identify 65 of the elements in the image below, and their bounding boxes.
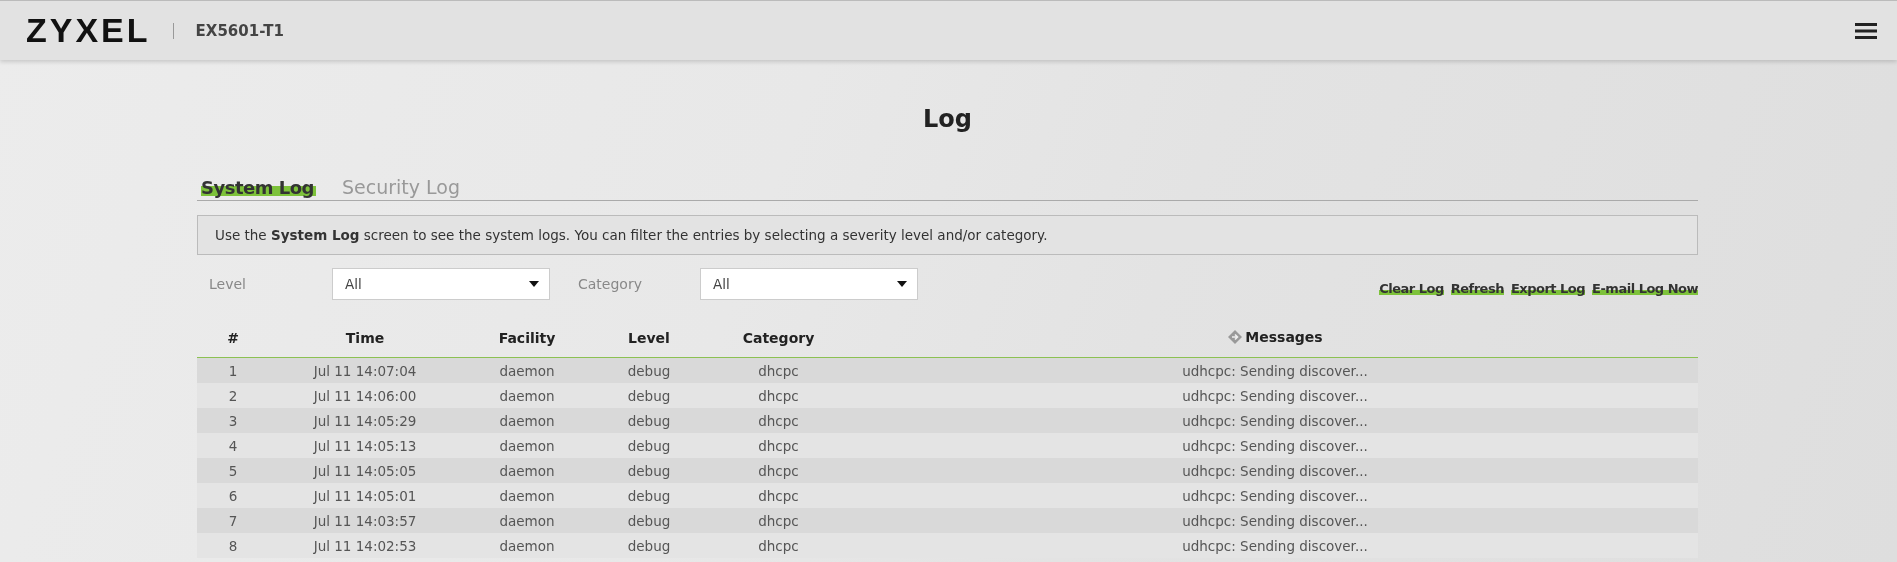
table-cell: dhcpc — [758, 537, 799, 554]
table-cell: dhcpc — [758, 362, 799, 379]
table-cell: debug — [627, 462, 671, 479]
brand-logo: ZYXEL — [26, 11, 151, 50]
table-cell: debug — [627, 487, 671, 504]
table-cell: dhcpc — [758, 462, 799, 479]
column-header: Level — [628, 330, 670, 346]
table-cell: Jul 11 14:05:29 — [313, 412, 417, 429]
filter-label: Category — [577, 276, 643, 292]
menu-icon[interactable] — [1855, 22, 1877, 39]
table-cell: Jul 11 14:05:05 — [313, 462, 417, 479]
table-cell: daemon — [499, 487, 555, 504]
table-cell: udhcpc: Sending discover... — [1182, 362, 1368, 379]
table-cell: daemon — [499, 412, 555, 429]
table-cell: udhcpc: Sending discover... — [1182, 537, 1368, 554]
table-cell: udhcpc: Sending discover... — [1182, 437, 1368, 454]
table-cell: dhcpc — [758, 487, 799, 504]
dropdown-arrow-icon — [529, 281, 539, 287]
table-cell: dhcpc — [758, 412, 799, 429]
info-box: Use the System Log screen to see the system logs. You can filter the entries by selecting a severity level and/or category. — [197, 215, 1698, 255]
table-cell: udhcpc: Sending discover... — [1182, 462, 1368, 479]
table-cell: daemon — [499, 462, 555, 479]
table-cell: 1 — [228, 362, 238, 379]
table-cell: Jul 11 14:02:53 — [313, 537, 417, 554]
table-cell: daemon — [499, 362, 555, 379]
table-cell: Jul 11 14:07:04 — [313, 362, 417, 379]
table-cell: 6 — [228, 487, 238, 504]
table-cell: udhcpc: Sending discover... — [1182, 412, 1368, 429]
table-cell: udhcpc: Sending discover... — [1182, 487, 1368, 504]
table-cell: 3 — [228, 412, 238, 429]
table-cell: 5 — [228, 462, 238, 479]
filter-dropdown[interactable]: All — [700, 268, 918, 300]
column-header: Messages — [1245, 328, 1323, 345]
table-cell: dhcpc — [758, 387, 799, 404]
dropdown-arrow-icon — [897, 281, 907, 287]
table-cell: Jul 11 14:05:01 — [313, 487, 417, 504]
table-cell: 4 — [228, 437, 238, 454]
table-cell: debug — [627, 412, 671, 429]
page-title: Log — [922, 104, 973, 134]
table-cell: 8 — [228, 537, 238, 554]
table-cell: Jul 11 14:03:57 — [313, 512, 417, 529]
table-cell: debug — [627, 512, 671, 529]
table-cell: Jul 11 14:06:00 — [313, 387, 417, 404]
column-header: Category — [742, 330, 815, 346]
table-cell: daemon — [499, 537, 555, 554]
filter-dropdown[interactable]: All — [332, 268, 550, 300]
column-header: # — [227, 330, 239, 346]
model-name: EX5601-T1 — [195, 21, 284, 40]
column-header: Facility — [498, 330, 556, 346]
table-cell: dhcpc — [758, 512, 799, 529]
table-cell: 2 — [228, 387, 238, 404]
table-cell: debug — [627, 387, 671, 404]
table-cell: daemon — [499, 512, 555, 529]
column-header: Time — [345, 330, 385, 346]
table-cell: dhcpc — [758, 437, 799, 454]
table-cell: daemon — [499, 437, 555, 454]
filter-label: Level — [208, 276, 247, 292]
table-cell: udhcpc: Sending discover... — [1182, 387, 1368, 404]
table-cell: udhcpc: Sending discover... — [1182, 512, 1368, 529]
table-cell: Jul 11 14:05:13 — [313, 437, 417, 454]
table-cell: 7 — [228, 512, 238, 529]
table-cell: debug — [627, 437, 671, 454]
table-cell: daemon — [499, 387, 555, 404]
table-cell: debug — [627, 362, 671, 379]
table-cell: debug — [627, 537, 671, 554]
